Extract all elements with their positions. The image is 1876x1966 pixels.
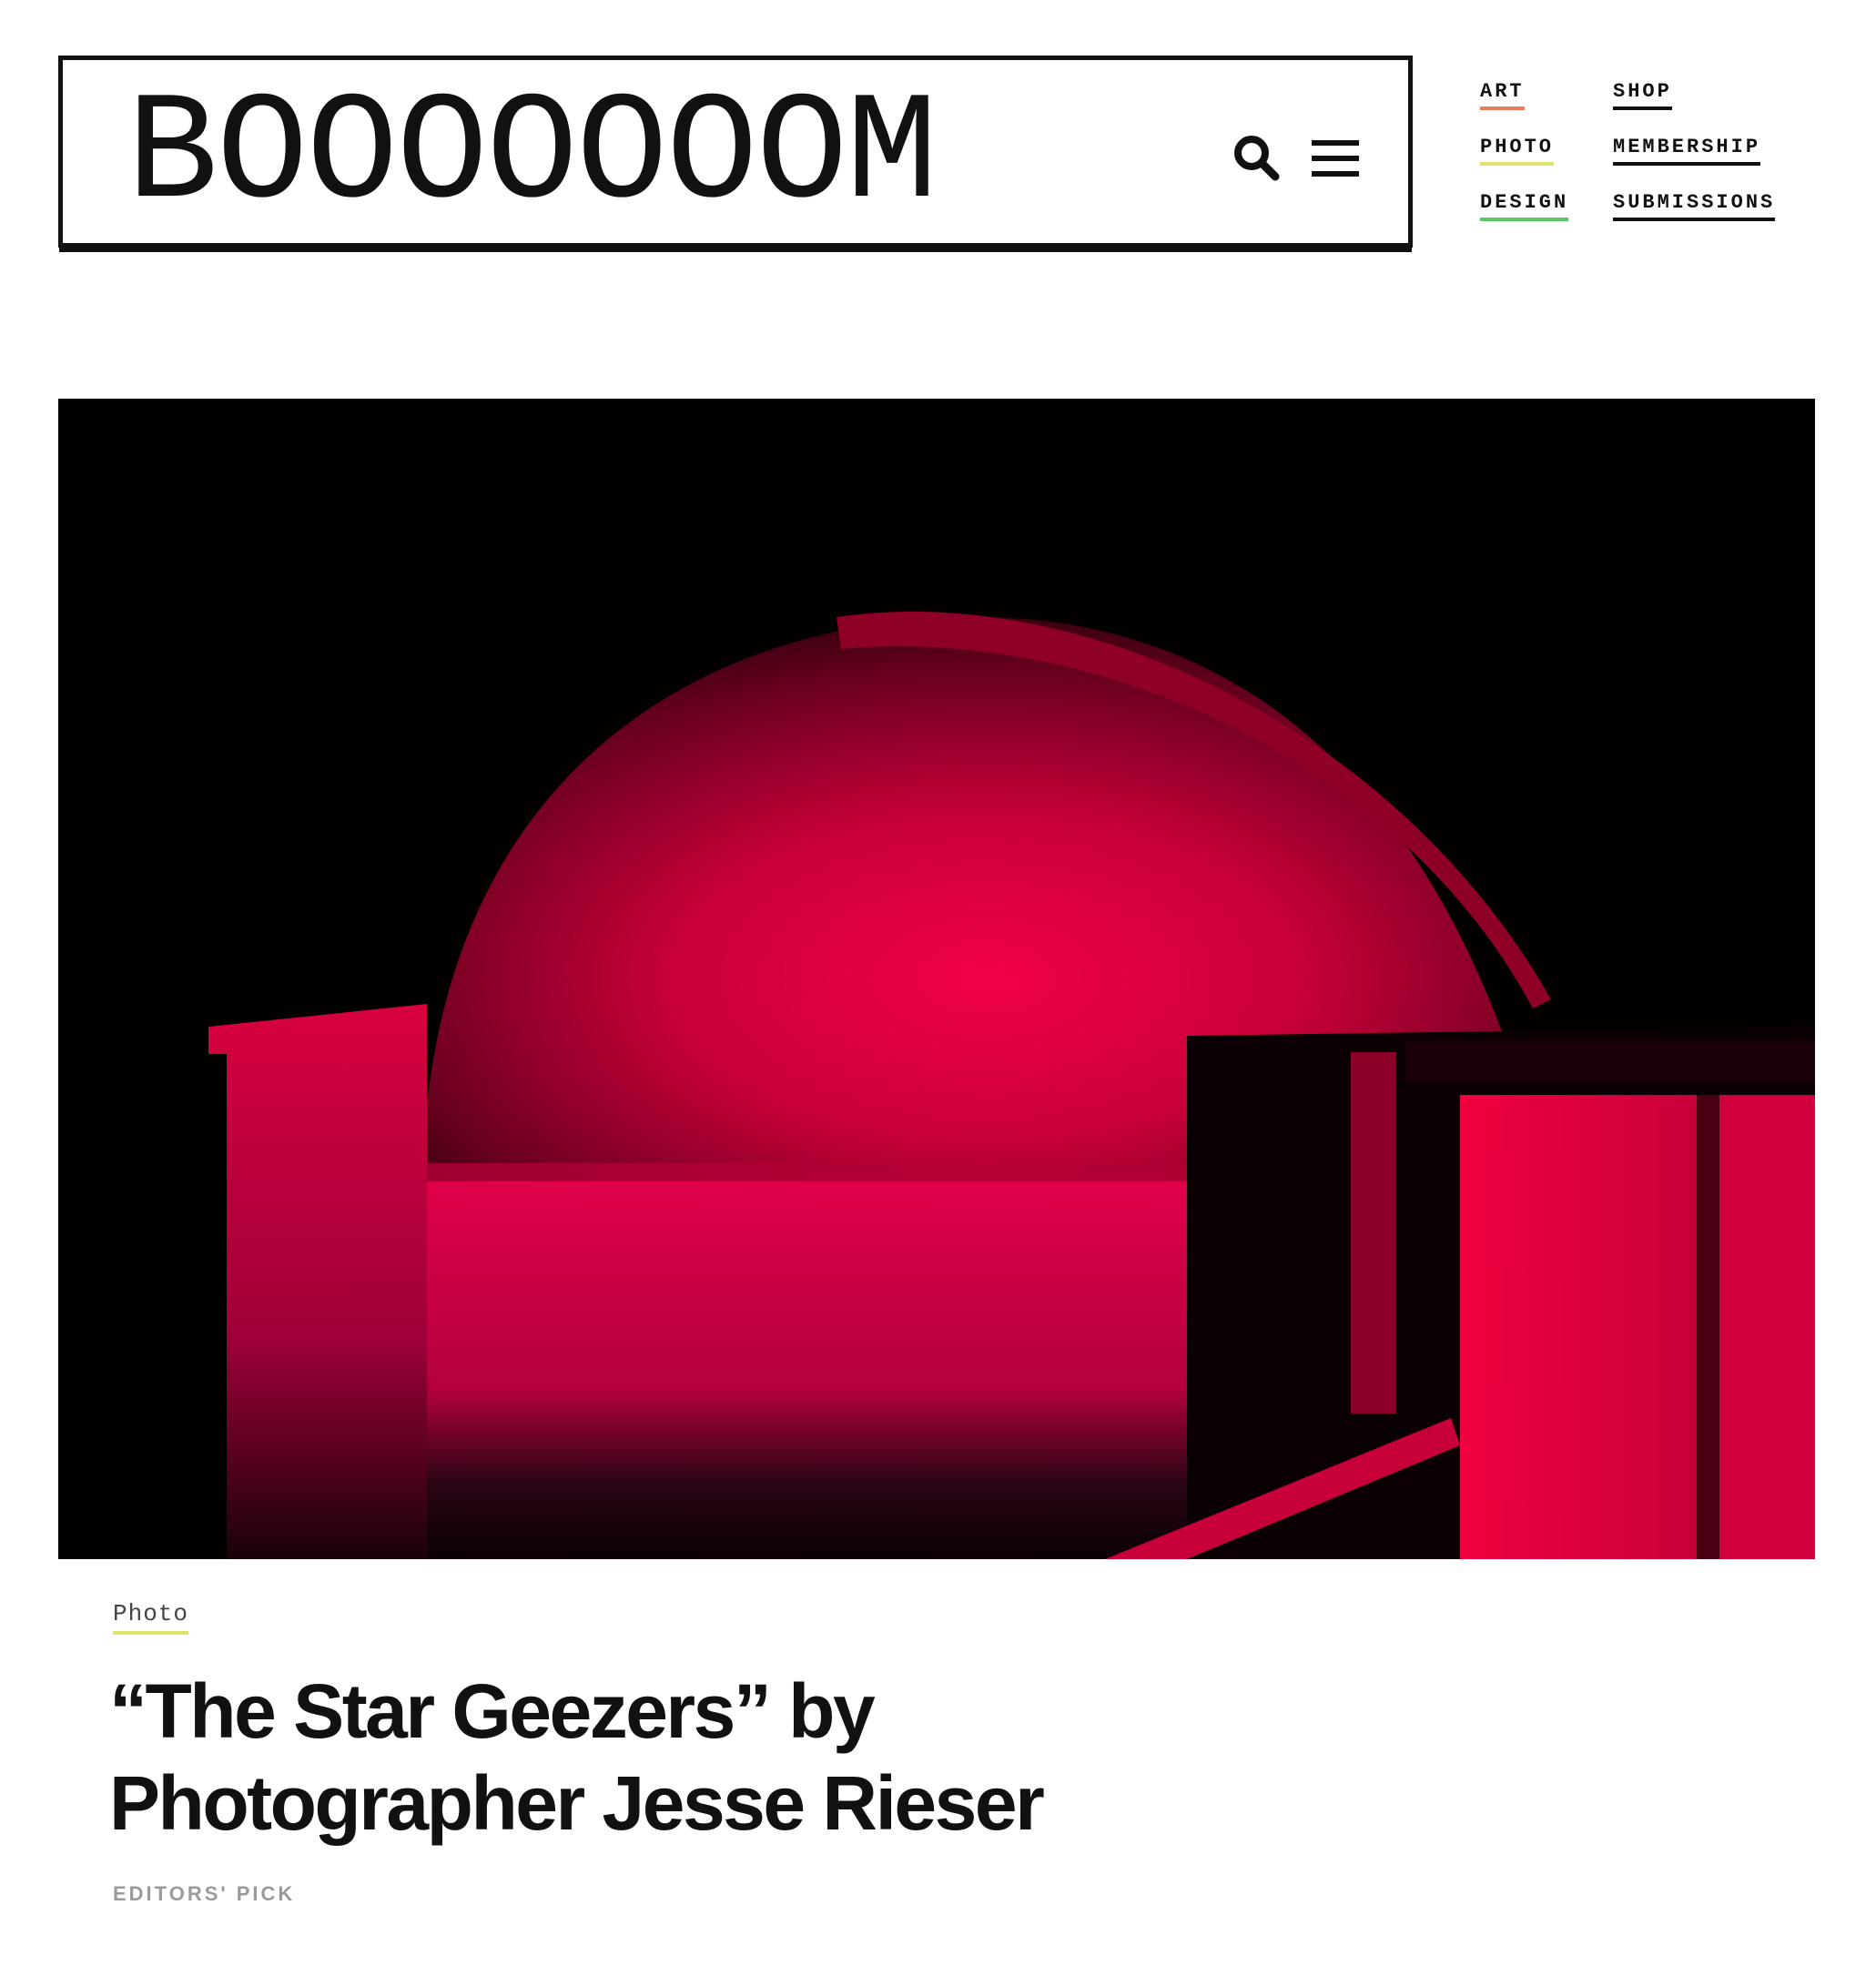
search-icon [1234,136,1280,181]
main-nav: ART PHOTO DESIGN SHOP MEMBERSHIP SUBMISS… [1480,80,1844,235]
category-link[interactable]: Photo [113,1600,189,1635]
hamburger-menu-icon [1312,140,1359,177]
search-button[interactable] [1230,131,1284,186]
editors-pick-tag: EDITORS' PICK [113,1882,296,1905]
hero-image[interactable] [58,399,1815,1559]
article-title[interactable]: “The Star Geezers” by Photographer Jesse… [109,1666,1293,1849]
nav-photo[interactable]: PHOTO [1480,136,1555,166]
menu-button[interactable] [1308,131,1363,186]
observatory-photo [58,399,1815,1559]
nav-design[interactable]: DESIGN [1480,191,1569,221]
nav-membership[interactable]: MEMBERSHIP [1613,136,1761,166]
nav-art[interactable]: ART [1480,80,1525,110]
nav-shop[interactable]: SHOP [1613,80,1672,110]
site-logo: BOOOOOOOM [127,69,938,242]
nav-submissions[interactable]: SUBMISSIONS [1613,191,1776,221]
logo-link[interactable]: BOOOOOOOM [58,56,1413,248]
